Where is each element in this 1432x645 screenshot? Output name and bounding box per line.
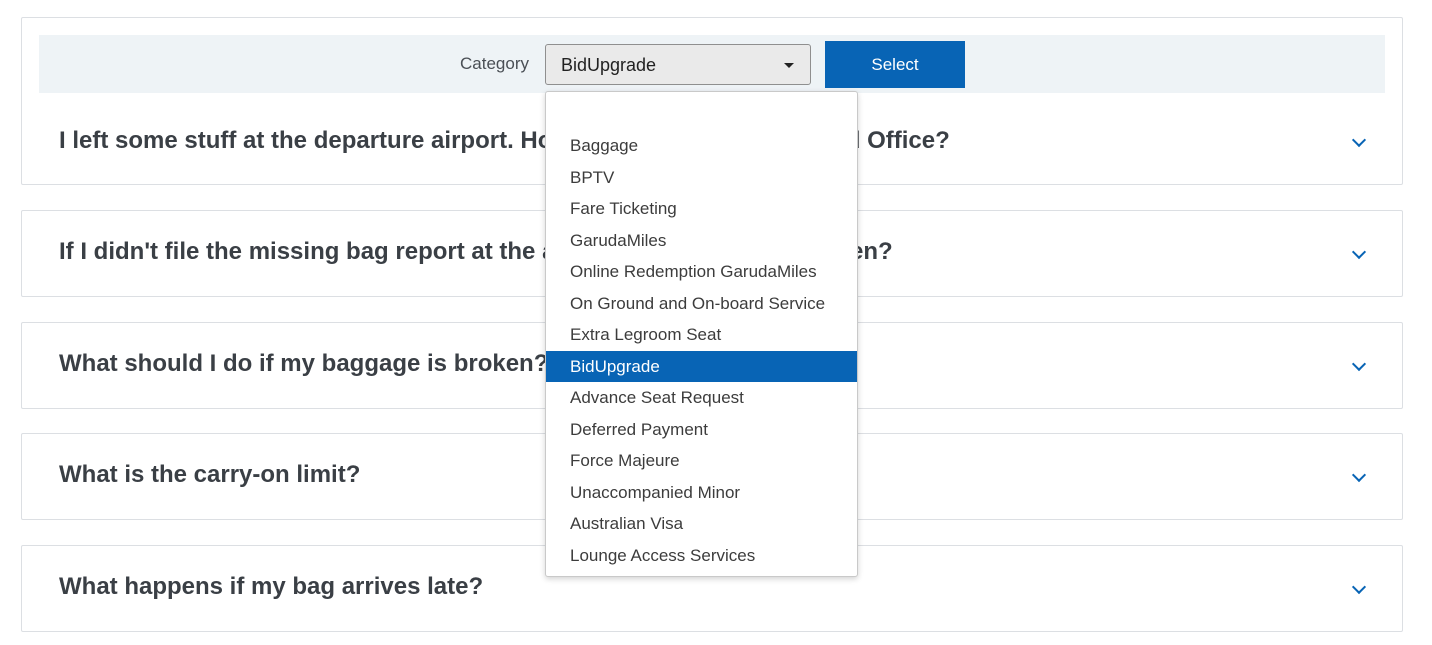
chevron-down-icon[interactable] xyxy=(1351,244,1367,260)
caret-down-icon xyxy=(784,63,794,68)
dropdown-option[interactable]: Fare Ticketing xyxy=(546,193,857,225)
category-select-value: BidUpgrade xyxy=(561,55,657,75)
dropdown-option[interactable]: Force Majeure xyxy=(546,445,857,477)
category-filter-bar: Category BidUpgrade Select xyxy=(39,35,1385,93)
faq-question[interactable]: What happens if my bag arrives late? xyxy=(59,573,483,601)
category-select[interactable]: BidUpgrade xyxy=(545,44,811,85)
chevron-down-icon[interactable] xyxy=(1351,132,1367,148)
dropdown-option[interactable]: GarudaMiles xyxy=(546,225,857,257)
dropdown-option[interactable]: BPTV xyxy=(546,162,857,194)
chevron-down-icon[interactable] xyxy=(1351,579,1367,595)
select-button[interactable]: Select xyxy=(825,41,965,88)
dropdown-option[interactable]: Online Redemption GarudaMiles xyxy=(546,256,857,288)
faq-question[interactable]: What is the carry-on limit? xyxy=(59,461,360,489)
dropdown-option[interactable]: Advance Seat Request xyxy=(546,382,857,414)
dropdown-option[interactable]: Lounge Access Services xyxy=(546,540,857,572)
dropdown-option[interactable]: Australian Visa xyxy=(546,508,857,540)
chevron-down-icon[interactable] xyxy=(1351,356,1367,372)
dropdown-option[interactable]: On Ground and On-board Service xyxy=(546,288,857,320)
chevron-down-icon[interactable] xyxy=(1351,467,1367,483)
dropdown-option-selected[interactable]: BidUpgrade xyxy=(546,350,857,382)
dropdown-option[interactable]: Extra Legroom Seat xyxy=(546,319,857,351)
dropdown-option[interactable]: Baggage xyxy=(546,130,857,162)
category-label: Category xyxy=(460,54,529,73)
dropdown-option[interactable]: Deferred Payment xyxy=(546,414,857,446)
faq-question[interactable]: What should I do if my baggage is broken… xyxy=(59,350,548,378)
dropdown-option[interactable]: Unaccompanied Minor xyxy=(546,477,857,509)
category-dropdown-list[interactable]: Baggage BPTV Fare Ticketing GarudaMiles … xyxy=(545,91,858,577)
